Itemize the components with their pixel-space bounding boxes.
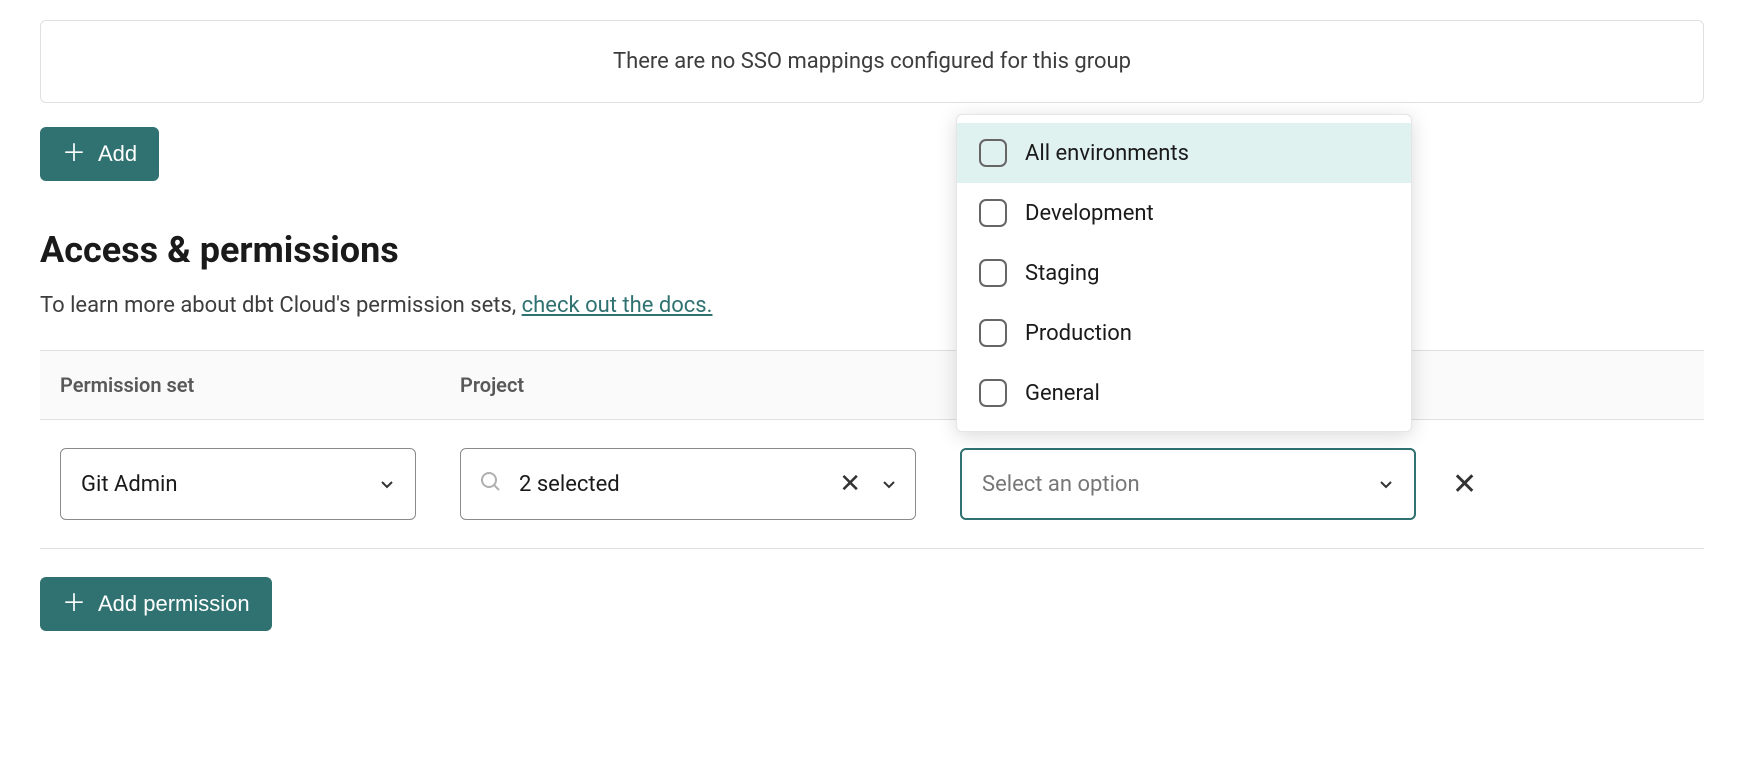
permission-set-select[interactable]: Git Admin	[60, 448, 416, 520]
chevron-down-icon	[379, 476, 395, 492]
access-permissions-heading: Access & permissions	[40, 229, 1704, 271]
environment-placeholder: Select an option	[982, 472, 1140, 497]
option-label: Staging	[1025, 261, 1099, 286]
option-label: All environments	[1025, 141, 1189, 166]
environment-option[interactable]: Production	[957, 303, 1411, 363]
add-permission-label: Add permission	[98, 591, 250, 617]
permissions-table-header: Permission set Project	[40, 350, 1704, 420]
docs-link[interactable]: check out the docs.	[522, 293, 713, 318]
environment-dropdown: All environments Development Staging Pro…	[956, 114, 1412, 432]
add-button[interactable]: ＋ Add	[40, 127, 159, 181]
search-icon	[479, 470, 503, 498]
delete-row-icon[interactable]: ✕	[1452, 467, 1477, 502]
header-project: Project	[460, 373, 960, 397]
header-permission-set: Permission set	[60, 373, 460, 397]
clear-project-icon[interactable]: ✕	[839, 469, 861, 499]
plus-icon: ＋	[62, 592, 86, 616]
chevron-down-icon	[881, 476, 897, 492]
environment-option[interactable]: General	[957, 363, 1411, 423]
checkbox-icon	[979, 259, 1007, 287]
environment-option[interactable]: Staging	[957, 243, 1411, 303]
checkbox-icon	[979, 139, 1007, 167]
checkbox-icon	[979, 319, 1007, 347]
plus-icon: ＋	[62, 142, 86, 166]
option-label: General	[1025, 381, 1100, 406]
environment-select[interactable]: Select an option	[960, 448, 1416, 520]
permission-row: Git Admin 2 selected ✕ Select an option	[40, 420, 1704, 549]
sso-empty-text: There are no SSO mappings configured for…	[613, 49, 1131, 74]
add-permission-button[interactable]: ＋ Add permission	[40, 577, 272, 631]
environment-option[interactable]: Development	[957, 183, 1411, 243]
option-label: Production	[1025, 321, 1132, 346]
subtext-prefix: To learn more about dbt Cloud's permissi…	[40, 293, 522, 318]
option-label: Development	[1025, 201, 1154, 226]
environment-option[interactable]: All environments	[957, 123, 1411, 183]
checkbox-icon	[979, 199, 1007, 227]
add-button-label: Add	[98, 141, 137, 167]
project-multiselect[interactable]: 2 selected ✕	[460, 448, 916, 520]
chevron-down-icon	[1378, 476, 1394, 492]
project-selected-text: 2 selected	[519, 472, 839, 497]
checkbox-icon	[979, 379, 1007, 407]
permission-set-value: Git Admin	[81, 472, 178, 497]
sso-empty-banner: There are no SSO mappings configured for…	[40, 20, 1704, 103]
access-subtext: To learn more about dbt Cloud's permissi…	[40, 293, 1704, 318]
